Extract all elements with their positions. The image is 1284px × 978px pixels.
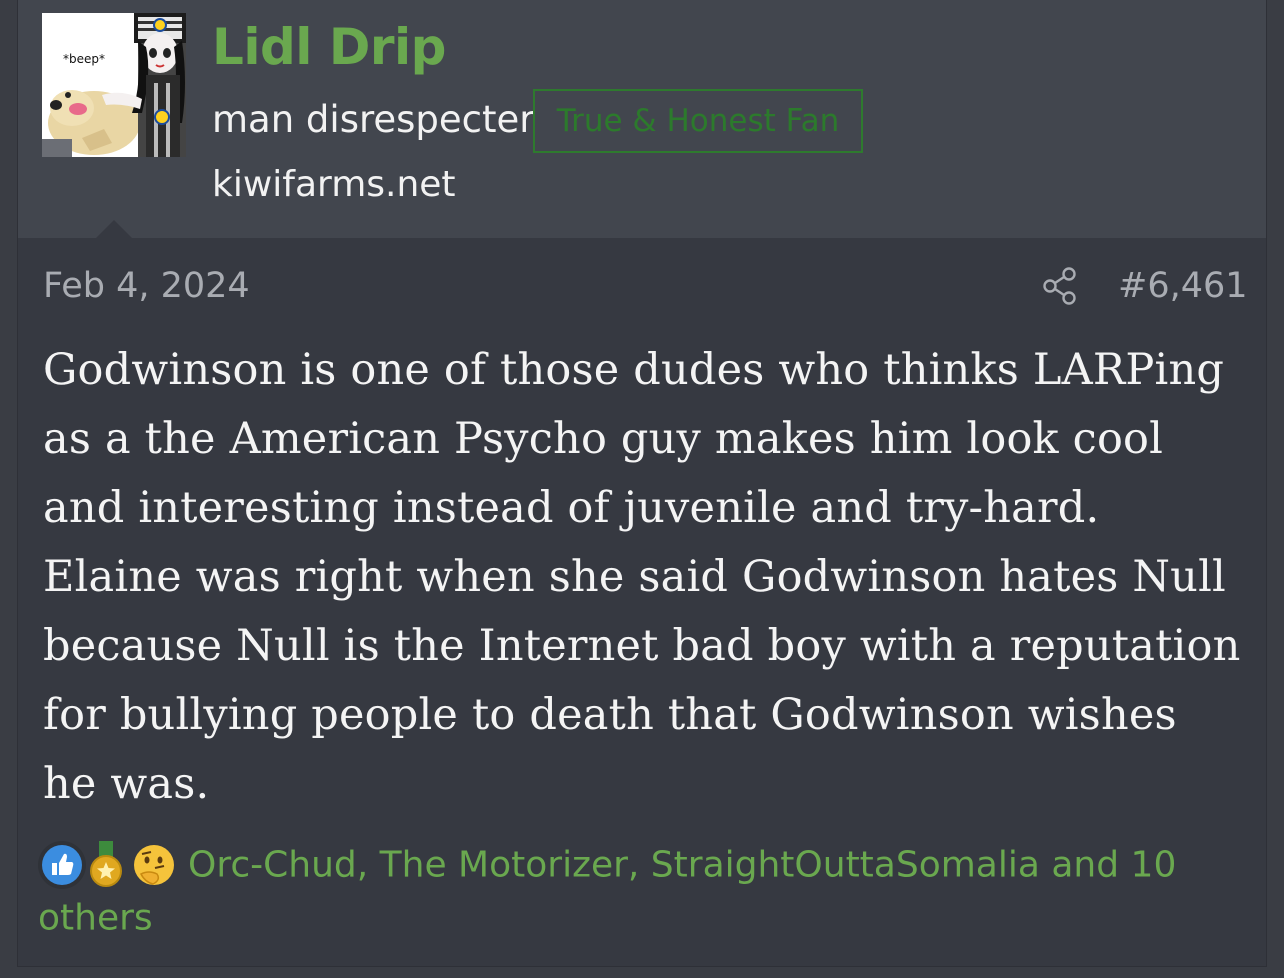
user-block-arrow — [96, 220, 132, 238]
post-number[interactable]: #6,461 — [1118, 266, 1248, 306]
thinking-icon[interactable] — [130, 841, 178, 889]
medal-icon[interactable] — [82, 841, 130, 889]
user-site: kiwifarms.net — [212, 164, 456, 205]
reaction-icons[interactable] — [38, 839, 184, 891]
reaction-summary[interactable]: Orc-Chud, The Motorizer, StraightOuttaSo… — [38, 845, 1176, 939]
user-block: *beep* Lidl Drip man disrespecter True &… — [18, 0, 1266, 238]
share-icon[interactable] — [1042, 266, 1078, 306]
reactions-bar[interactable]: Orc-Chud, The Motorizer, StraightOuttaSo… — [38, 838, 1238, 944]
reaction-summary-text[interactable]: Orc-Chud, The Motorizer, StraightOuttaSo… — [38, 845, 1176, 939]
forum-post: *beep* Lidl Drip man disrespecter True &… — [18, 0, 1266, 966]
avatar-image: *beep* — [42, 13, 186, 157]
post-date[interactable]: Feb 4, 2024 — [43, 266, 250, 306]
user-banner: True & Honest Fan — [533, 89, 863, 153]
post-body: Godwinson is one of those dudes who thin… — [43, 345, 1241, 809]
user-title: man disrespecter — [212, 98, 535, 141]
avatar-caption: *beep* — [63, 52, 105, 66]
user-avatar[interactable]: *beep* — [42, 13, 186, 157]
like-icon[interactable] — [38, 841, 86, 889]
username[interactable]: Lidl Drip — [212, 18, 446, 76]
